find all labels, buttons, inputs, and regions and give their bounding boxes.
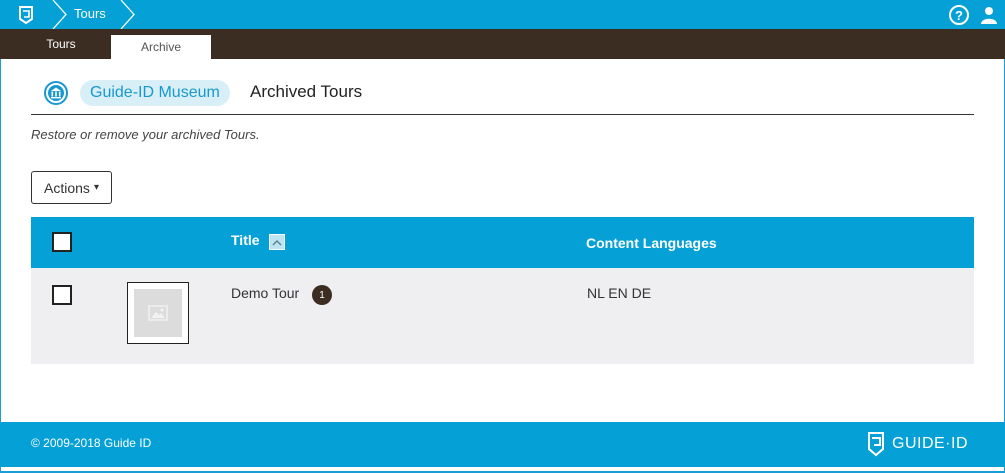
image-placeholder (134, 289, 182, 337)
page-title: Archived Tours (250, 82, 363, 101)
museum-chip[interactable]: Guide-ID Museum (80, 80, 230, 106)
footer: © 2009-2018 Guide ID GUIDE·ID (0, 422, 1005, 467)
top-bar: Tours ? (0, 0, 1005, 29)
copyright-text: © 2009-2018 Guide ID (31, 436, 152, 450)
tab-tours[interactable]: Tours (12, 29, 110, 59)
image-placeholder-icon (148, 305, 168, 321)
footer-logo-text: GUIDE·ID (892, 435, 968, 452)
guide-id-logo-icon (19, 5, 33, 24)
breadcrumb-chevron-icon (52, 0, 67, 29)
museum-icon (44, 81, 68, 105)
tab-bar: Tours Archive (0, 29, 1005, 59)
tour-thumbnail[interactable] (127, 282, 189, 344)
sort-ascending-icon[interactable] (269, 234, 285, 250)
page-subtitle: Restore or remove your archived Tours. (31, 127, 260, 142)
caret-down-icon: ▾ (93, 182, 99, 193)
help-icon[interactable]: ? (949, 5, 969, 25)
table-row[interactable]: Demo Tour 1 NL EN DE (31, 268, 974, 364)
actions-dropdown-button[interactable]: Actions ▾ (31, 171, 112, 204)
title-divider (31, 114, 974, 115)
footer-logo: GUIDE·ID (866, 431, 968, 457)
breadcrumb-chevron-icon (120, 0, 135, 29)
actions-label: Actions (44, 179, 90, 196)
row-checkbox[interactable] (52, 285, 72, 305)
home-button[interactable] (0, 0, 52, 29)
column-header-title[interactable]: Title (231, 232, 260, 248)
guide-id-logo-icon (868, 432, 884, 457)
tour-count-badge: 1 (312, 285, 332, 305)
tab-archive[interactable]: Archive (111, 35, 211, 59)
table-header: Title Content Languages (31, 217, 974, 268)
select-all-checkbox[interactable] (52, 232, 72, 252)
column-header-languages: Content Languages (586, 235, 717, 251)
breadcrumb-tours[interactable]: Tours (74, 6, 106, 21)
content-languages: NL EN DE (587, 285, 652, 301)
user-icon[interactable] (980, 6, 998, 24)
tour-title-link[interactable]: Demo Tour (231, 285, 299, 301)
